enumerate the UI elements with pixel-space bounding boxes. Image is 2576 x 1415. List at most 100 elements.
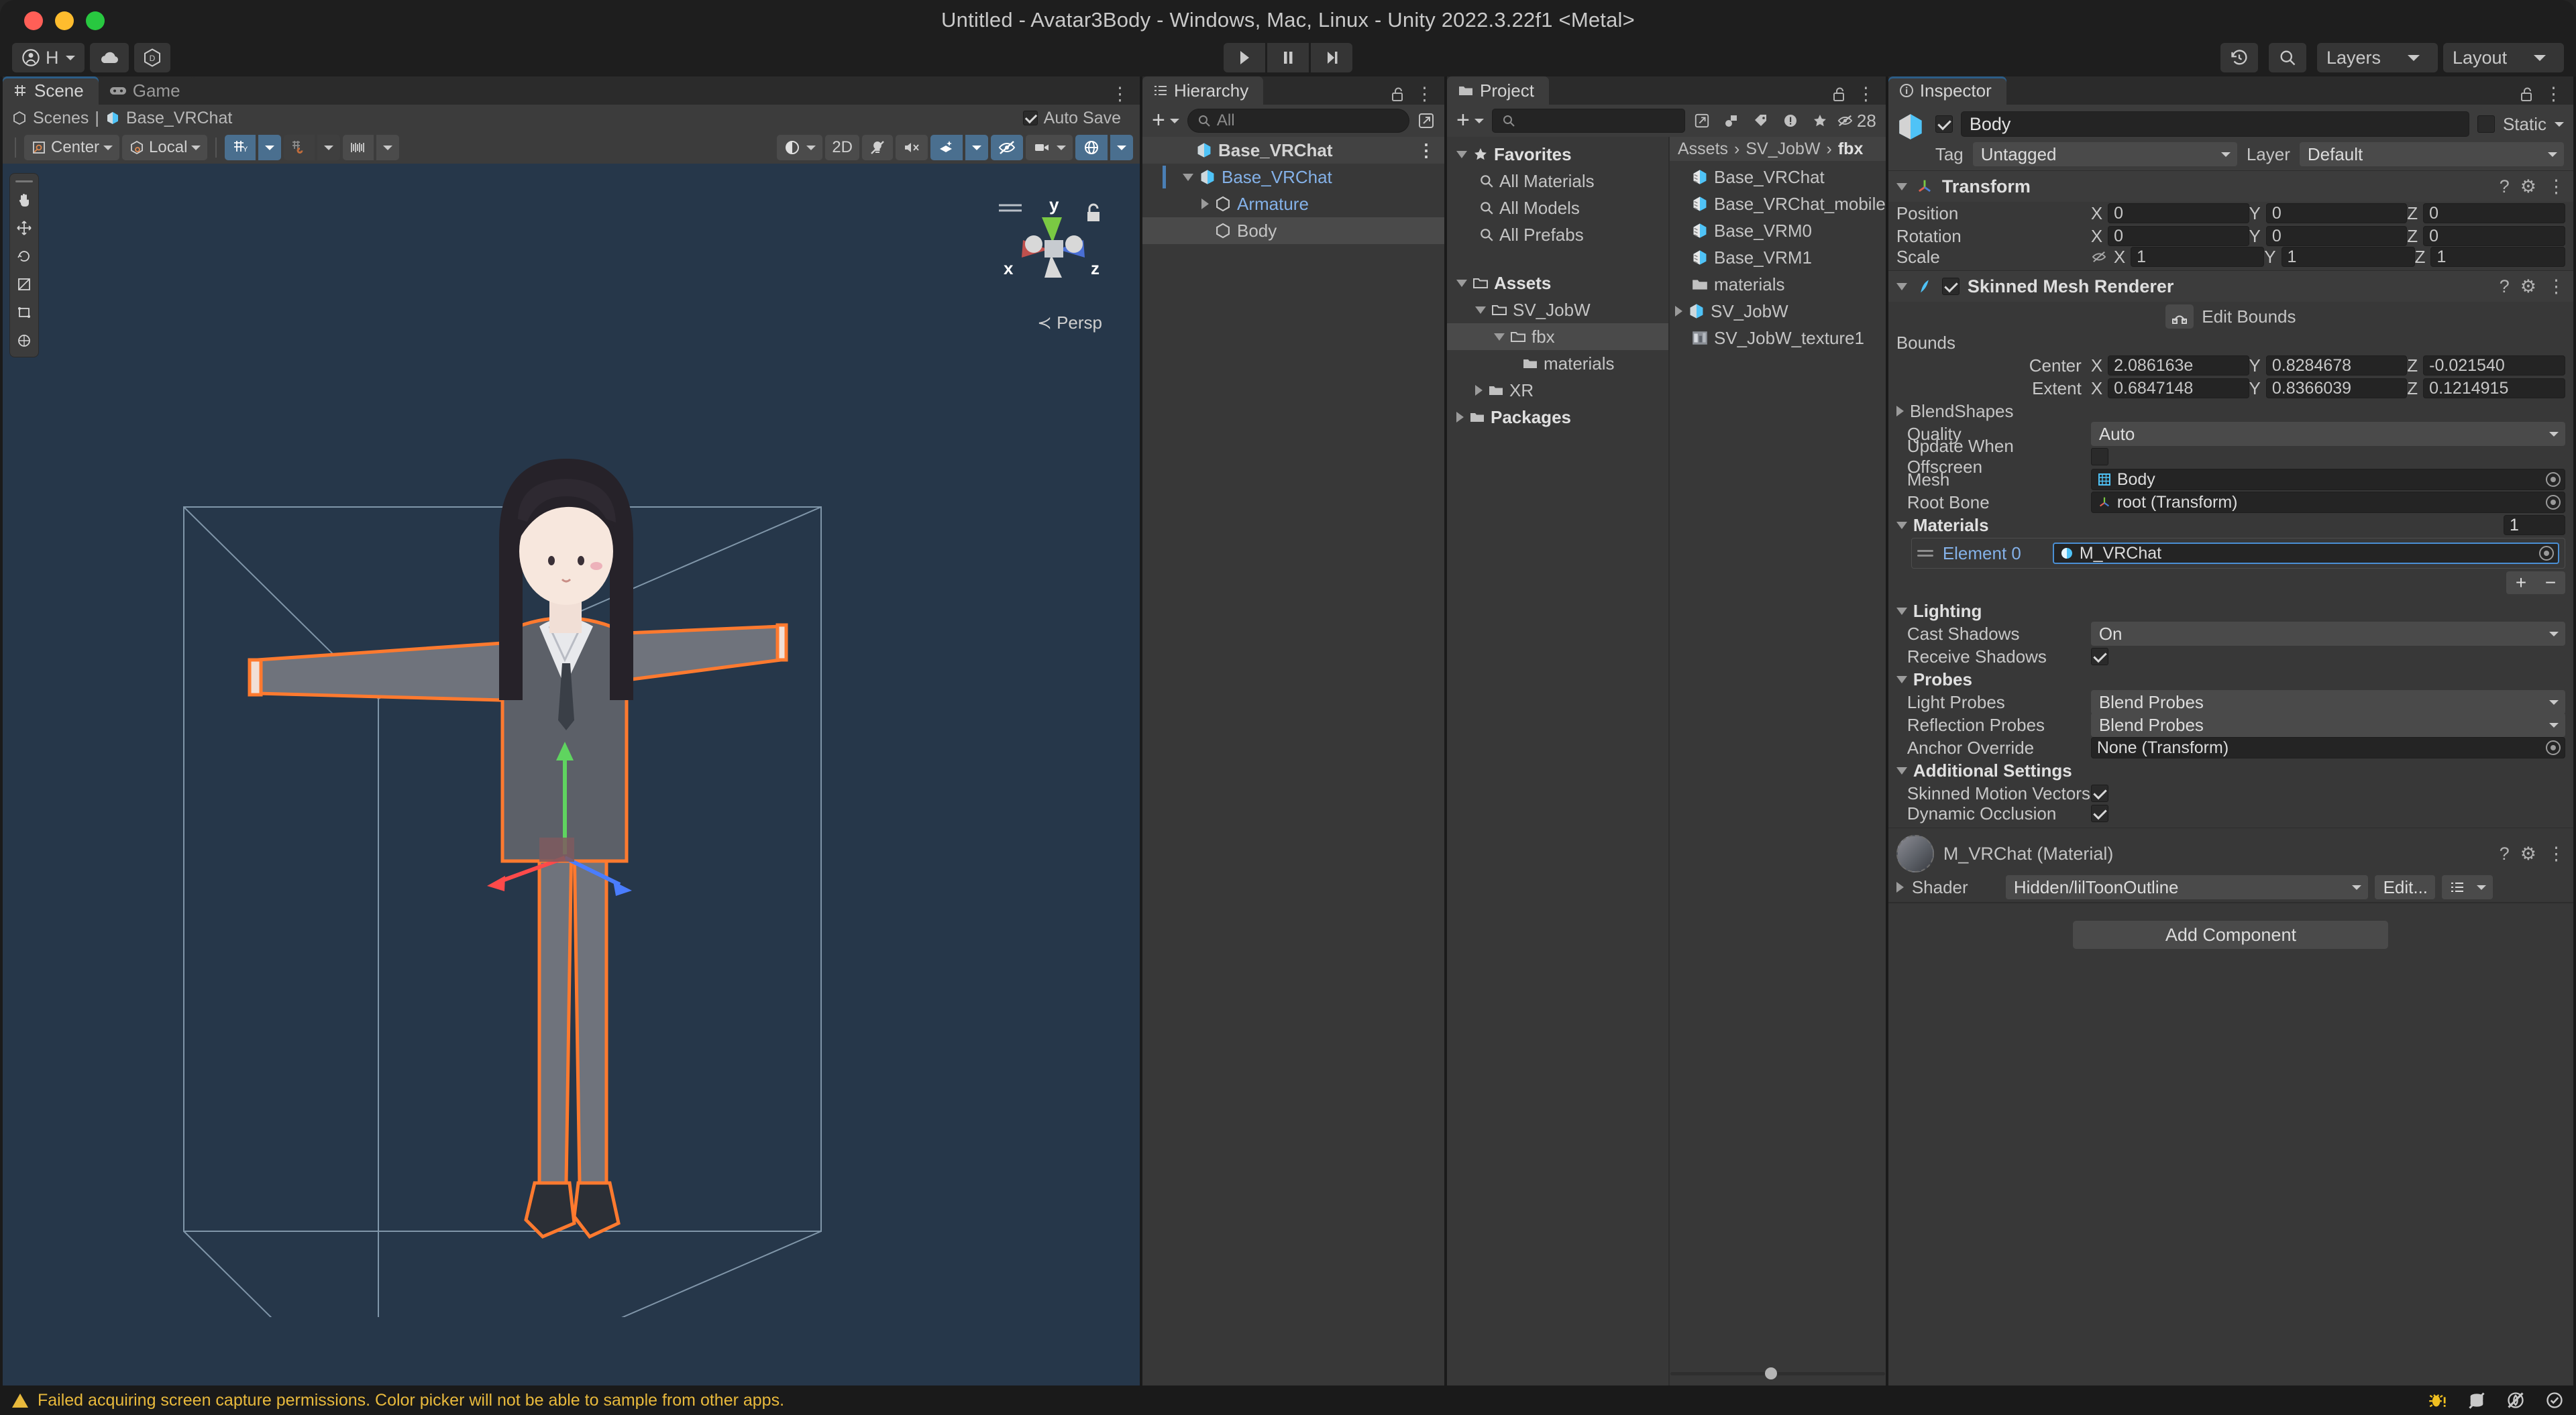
hierarchy-item-body[interactable]: Body — [1142, 217, 1444, 244]
dynamic-occlusion-checkbox[interactable] — [2090, 805, 2108, 822]
object-enabled-checkbox[interactable] — [1935, 115, 1953, 133]
ruler-dropdown[interactable] — [376, 135, 400, 160]
center-z-input[interactable]: -0.021540 — [2423, 355, 2566, 376]
project-favorites-button[interactable] — [1807, 109, 1833, 133]
extent-y-input[interactable]: 0.8366039 — [2265, 378, 2408, 398]
project-tree-all-materials[interactable]: All Materials — [1447, 168, 1668, 194]
project-search-input[interactable] — [1491, 109, 1685, 133]
add-material-button[interactable]: + — [2506, 571, 2536, 594]
database-off-icon[interactable] — [2467, 1391, 2486, 1410]
2d-toggle-button[interactable]: 2D — [825, 135, 859, 160]
materials-count-input[interactable]: 1 — [2504, 515, 2565, 535]
project-create-button[interactable]: + — [1452, 109, 1488, 132]
lighting-toggle-button[interactable] — [862, 135, 893, 160]
expand-arrow[interactable] — [1201, 199, 1209, 209]
tab-game[interactable]: Game — [98, 76, 195, 105]
layer-dropdown[interactable]: Default — [2299, 142, 2564, 166]
project-tree-all-prefabs[interactable]: All Prefabs — [1447, 221, 1668, 248]
object-picker-icon[interactable] — [2546, 740, 2561, 755]
gizmos-dropdown[interactable] — [1110, 135, 1133, 160]
projection-label[interactable]: ≺ Persp — [1037, 313, 1102, 333]
chevron-down-icon[interactable] — [2555, 121, 2564, 127]
position-z-input[interactable]: 0 — [2423, 203, 2566, 223]
step-button[interactable] — [1311, 43, 1352, 72]
project-tree-favorites[interactable]: Favorites — [1447, 141, 1668, 168]
preset-icon[interactable]: ⚙ — [2520, 176, 2536, 197]
project-tree-fbx[interactable]: fbx — [1447, 323, 1668, 350]
play-button[interactable] — [1224, 43, 1265, 72]
services-button[interactable]: D — [133, 43, 170, 72]
context-menu-icon[interactable]: ⋮ — [2547, 176, 2565, 197]
extent-z-input[interactable]: 0.1214915 — [2423, 378, 2566, 398]
expand-arrow[interactable] — [1494, 333, 1505, 341]
hierarchy-search-input[interactable]: All — [1187, 109, 1409, 133]
magnet-snap-button[interactable] — [284, 135, 315, 160]
camera-button[interactable] — [1026, 135, 1073, 160]
expand-arrow[interactable] — [1475, 306, 1486, 314]
skinned-mesh-renderer-header[interactable]: Skinned Mesh Renderer ? ⚙ ⋮ — [1888, 271, 2573, 302]
light-probes-dropdown[interactable]: Blend Probes — [2090, 690, 2565, 714]
grid-snap-dropdown[interactable] — [258, 135, 282, 160]
project-label-filter-button[interactable] — [1748, 109, 1774, 133]
asset-item[interactable]: Base_VRM1 — [1670, 244, 1886, 271]
help-icon[interactable]: ? — [2500, 844, 2510, 864]
update-offscreen-checkbox[interactable] — [2090, 448, 2108, 465]
project-zoom-slider[interactable] — [1670, 1367, 1885, 1379]
static-checkbox[interactable] — [2477, 115, 2495, 133]
project-tree-all-models[interactable]: All Models — [1447, 194, 1668, 221]
grid-snap-button[interactable]: Y — [225, 135, 256, 160]
tab-hierarchy[interactable]: Hierarchy — [1142, 76, 1264, 105]
expand-arrow[interactable] — [1896, 182, 1907, 190]
lock-open-icon[interactable] — [1390, 87, 1405, 103]
slider-knob[interactable] — [1764, 1367, 1777, 1379]
probes-foldout[interactable]: Probes — [1888, 668, 2573, 691]
center-x-input[interactable]: 2.086163e — [2108, 355, 2249, 376]
account-button[interactable]: H — [12, 43, 85, 72]
layout-dropdown[interactable]: Layout — [2443, 43, 2564, 72]
project-filter-type-button[interactable] — [1719, 109, 1744, 133]
expand-arrow[interactable] — [1896, 767, 1907, 775]
help-icon[interactable]: ? — [2500, 176, 2510, 197]
auto-save-toggle[interactable]: Auto Save — [1022, 109, 1130, 128]
object-picker-icon[interactable] — [2546, 495, 2561, 510]
expand-arrow[interactable] — [1896, 607, 1907, 615]
shader-dropdown[interactable]: Hidden/lilToonOutline — [2005, 875, 2368, 899]
shader-edit-button[interactable]: Edit... — [2374, 875, 2435, 899]
rotation-y-input[interactable]: 0 — [2265, 226, 2408, 246]
hierarchy-item-base-vrchat[interactable]: Base_VRChat — [1142, 164, 1444, 190]
project-tree-materials[interactable]: materials — [1447, 350, 1668, 377]
expand-arrow[interactable] — [1475, 385, 1483, 396]
hierarchy-scene-row[interactable]: Base_VRChat ⋮ — [1142, 137, 1444, 164]
scale-x-input[interactable]: 1 — [2131, 247, 2265, 267]
extent-x-input[interactable]: 0.6847148 — [2108, 378, 2249, 398]
scene-viewport[interactable]: y x z ≺ Persp — [3, 164, 1140, 1385]
remove-material-button[interactable]: − — [2536, 571, 2565, 594]
gizmos-button[interactable] — [1075, 135, 1108, 160]
expand-arrow[interactable] — [1896, 282, 1907, 290]
materials-foldout[interactable]: Materials 1 — [1888, 514, 2573, 536]
project-hidden-count[interactable]: 28 — [1837, 109, 1880, 133]
mesh-object-field[interactable]: Body — [2090, 469, 2565, 490]
breadcrumb-scenes[interactable]: Scenes — [33, 109, 89, 128]
expand-arrow[interactable] — [1675, 306, 1682, 317]
hidden-objects-button[interactable] — [991, 135, 1023, 160]
space-dropdown[interactable]: Local — [122, 135, 208, 160]
breadcrumb-assets[interactable]: Assets — [1678, 139, 1728, 159]
scene-menu-icon[interactable]: ⋮ — [1111, 84, 1129, 105]
scale-y-input[interactable]: 1 — [2281, 247, 2415, 267]
inspector-menu-icon[interactable]: ⋮ — [2544, 84, 2563, 105]
collab-off-icon[interactable] — [2506, 1391, 2525, 1410]
search-button[interactable] — [2269, 43, 2306, 72]
lock-open-icon[interactable] — [1831, 87, 1846, 103]
object-picker-icon[interactable] — [2546, 472, 2561, 487]
expand-arrow[interactable] — [1456, 150, 1467, 158]
pivot-dropdown[interactable]: Center — [24, 135, 120, 160]
breadcrumb-sv-jobw[interactable]: SV_JobW — [1746, 139, 1820, 159]
rotation-x-input[interactable]: 0 — [2108, 226, 2249, 246]
cloud-button[interactable] — [89, 43, 129, 72]
shading-mode-button[interactable] — [777, 135, 823, 160]
expand-arrow[interactable] — [1896, 521, 1907, 529]
project-tree-assets[interactable]: Assets — [1447, 270, 1668, 296]
project-tree-packages[interactable]: Packages — [1447, 404, 1668, 431]
quality-dropdown[interactable]: Auto — [2090, 422, 2565, 446]
